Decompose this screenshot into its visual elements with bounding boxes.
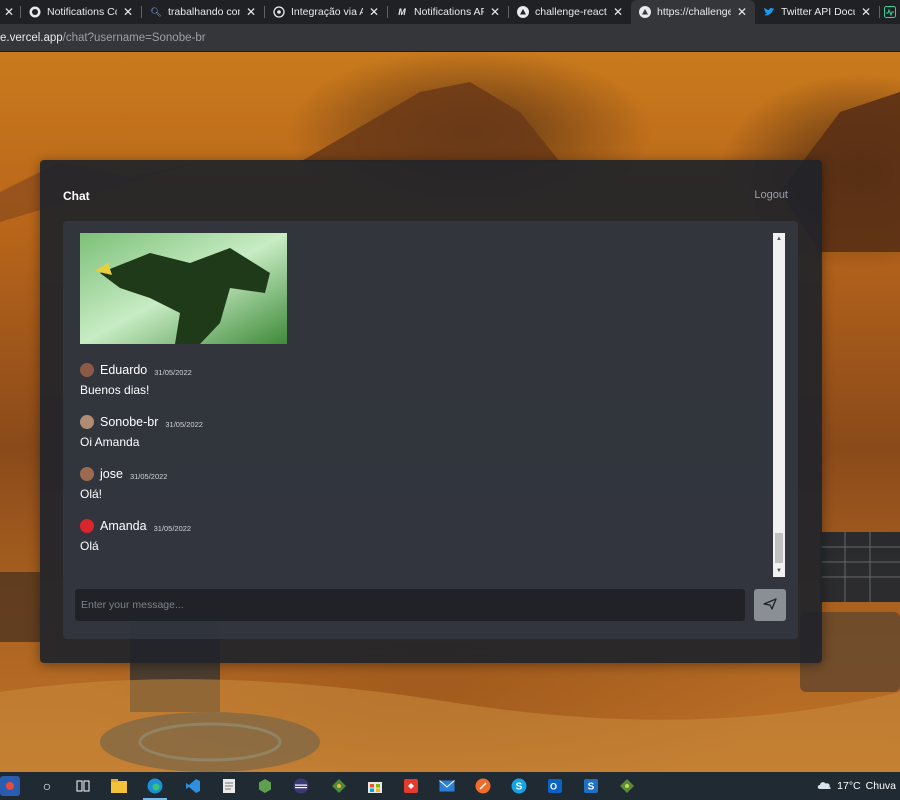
scroll-down-arrow-icon[interactable]: ▼ bbox=[773, 565, 785, 577]
tab-title: trabalhando com A bbox=[168, 6, 240, 18]
vercel-icon bbox=[639, 6, 651, 18]
tab-title: https://challenge-r bbox=[657, 6, 731, 18]
chat-title: Chat bbox=[63, 189, 90, 203]
close-icon[interactable]: ✕ bbox=[737, 6, 747, 18]
message-text: Olá bbox=[80, 539, 99, 553]
svg-text:S: S bbox=[516, 782, 523, 793]
close-icon[interactable]: ✕ bbox=[123, 6, 133, 18]
avatar bbox=[80, 467, 94, 481]
avatar bbox=[80, 519, 94, 533]
browser-tab-active[interactable]: https://challenge-r ✕ bbox=[631, 0, 755, 24]
scroll-up-arrow-icon[interactable]: ▲ bbox=[773, 233, 785, 245]
message-text: Olá! bbox=[80, 487, 103, 501]
browser-tab[interactable]: 🔍︎ trabalhando com A ✕ bbox=[142, 0, 264, 24]
tab-title: Notifications Colle bbox=[47, 6, 117, 18]
close-icon[interactable]: ✕ bbox=[490, 6, 500, 18]
browser-tab[interactable]: M Notifications API - ✕ bbox=[388, 0, 508, 24]
weather-description[interactable]: Chuva bbox=[866, 780, 896, 792]
svg-text:S: S bbox=[588, 782, 595, 793]
git-icon[interactable] bbox=[329, 776, 349, 796]
notepad-icon[interactable] bbox=[219, 776, 239, 796]
edge-icon[interactable] bbox=[145, 776, 165, 796]
page-background: Chat Logout Eduardo 31/05/2022 Buenos di… bbox=[0, 52, 900, 772]
gitkraken-icon[interactable] bbox=[617, 776, 637, 796]
tab-title: Notifications API - bbox=[414, 6, 484, 18]
address-bar[interactable]: e.vercel.app/chat?username=Sonobe-br bbox=[0, 24, 900, 52]
vercel-icon bbox=[517, 6, 529, 18]
message-list: Eduardo 31/05/2022 Buenos dias! Sonobe-b… bbox=[80, 233, 760, 578]
message-item: jose 31/05/2022 Olá! bbox=[80, 466, 760, 501]
tab-title: Twitter API Docum bbox=[781, 6, 855, 18]
close-icon[interactable]: ✕ bbox=[861, 6, 871, 18]
close-icon[interactable]: ✕ bbox=[613, 6, 623, 18]
logout-button[interactable]: Logout bbox=[754, 189, 788, 201]
browser-tab[interactable]: Twitter API Docum ✕ bbox=[755, 0, 879, 24]
message-input[interactable] bbox=[75, 589, 745, 621]
send-icon bbox=[763, 597, 777, 613]
message-image bbox=[80, 233, 287, 344]
browser-tab[interactable]: challenge-react – C ✕ bbox=[509, 0, 631, 24]
browser-tab[interactable] bbox=[880, 0, 900, 24]
close-icon[interactable]: ✕ bbox=[246, 6, 256, 18]
browser-tab[interactable]: Notifications Colle ✕ bbox=[21, 0, 141, 24]
weather-temperature[interactable]: 17°C bbox=[837, 780, 860, 792]
url-host: e.vercel.app bbox=[0, 31, 63, 44]
weather-cloud-icon bbox=[816, 779, 832, 794]
messages-box: Eduardo 31/05/2022 Buenos dias! Sonobe-b… bbox=[63, 221, 798, 639]
url-path: /chat?username=Sonobe-br bbox=[62, 31, 206, 44]
browser-tab[interactable]: ✕ bbox=[0, 0, 20, 24]
twitter-icon bbox=[763, 6, 775, 18]
message-date: 31/05/2022 bbox=[154, 367, 192, 377]
scrollbar-thumb[interactable] bbox=[775, 533, 783, 563]
message-item: Eduardo 31/05/2022 Buenos dias! bbox=[80, 362, 760, 397]
close-icon[interactable]: ✕ bbox=[4, 6, 14, 18]
vscode-icon[interactable] bbox=[183, 776, 203, 796]
message-text: Buenos dias! bbox=[80, 383, 150, 397]
cortana-icon[interactable]: ○ bbox=[37, 776, 57, 796]
message-author: Amanda bbox=[100, 519, 147, 533]
outlook-icon[interactable]: O bbox=[545, 776, 565, 796]
whatsapp-icon bbox=[273, 6, 285, 18]
mdn-icon: M bbox=[398, 7, 406, 17]
sourcetree-icon[interactable]: S bbox=[581, 776, 601, 796]
message-text: Oi Amanda bbox=[80, 435, 140, 449]
tab-title: Integração via APIs bbox=[291, 6, 363, 18]
message-author: Eduardo bbox=[100, 363, 148, 377]
message-date: 31/05/2022 bbox=[129, 471, 168, 481]
message-author: Sonobe-br bbox=[100, 415, 159, 429]
file-explorer-icon[interactable] bbox=[109, 776, 129, 796]
send-button[interactable] bbox=[754, 589, 786, 621]
postman-icon[interactable] bbox=[473, 776, 493, 796]
search-icon: 🔍︎ bbox=[150, 6, 162, 17]
github-icon bbox=[29, 6, 41, 18]
browser-tab-strip: ✕ Notifications Colle ✕ 🔍︎ trabalhando c… bbox=[0, 0, 900, 24]
start-icon[interactable] bbox=[0, 776, 20, 796]
message-author: jose bbox=[100, 467, 123, 481]
activity-icon bbox=[884, 6, 896, 18]
close-icon[interactable]: ✕ bbox=[369, 6, 379, 18]
nodejs-icon[interactable] bbox=[255, 776, 275, 796]
message-item: Amanda 31/05/2022 Olá bbox=[80, 518, 760, 553]
message-item: Sonobe-br 31/05/2022 Oi Amanda bbox=[80, 414, 760, 449]
eclipse-icon[interactable] bbox=[291, 776, 311, 796]
messages-scrollbar[interactable]: ▲ ▼ bbox=[773, 233, 785, 577]
system-tray: 17°C Chuva bbox=[816, 772, 900, 800]
message-date: 31/05/2022 bbox=[153, 523, 192, 533]
message-date: 31/05/2022 bbox=[165, 419, 203, 429]
browser-tab[interactable]: Integração via APIs ✕ bbox=[265, 0, 387, 24]
anydesk-icon[interactable] bbox=[401, 776, 421, 796]
avatar bbox=[80, 415, 94, 429]
store-icon[interactable] bbox=[365, 776, 385, 796]
avatar bbox=[80, 363, 94, 377]
chat-panel: Chat Logout Eduardo 31/05/2022 Buenos di… bbox=[40, 160, 822, 663]
windows-taskbar: ○ S O S 17°C Chuva bbox=[0, 772, 900, 800]
mail-icon[interactable] bbox=[437, 776, 457, 796]
svg-text:O: O bbox=[550, 782, 557, 792]
tab-title: challenge-react – C bbox=[535, 6, 607, 18]
skype-icon[interactable]: S bbox=[509, 776, 529, 796]
task-view-icon[interactable] bbox=[73, 776, 93, 796]
